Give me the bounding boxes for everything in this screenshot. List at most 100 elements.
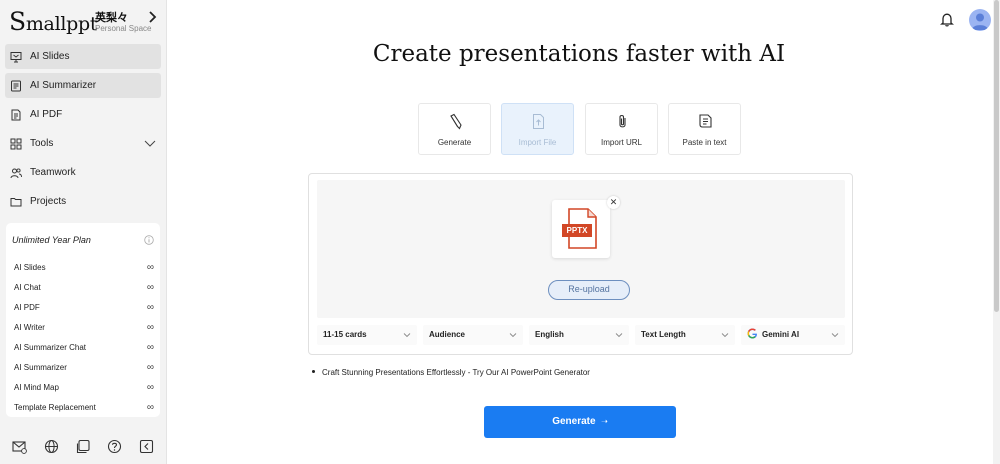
summarizer-icon [11,80,21,91]
page-title: Create presentations faster with AI [372,41,786,67]
bell-icon[interactable] [940,12,954,27]
sidebar-item-label: Tools [30,138,54,149]
workspace-name: 英梨々 [95,12,128,24]
sidebar-item-label: AI PDF [30,109,63,120]
list-item: AI Chat ∞ [14,278,154,298]
sidebar-item-ai-summarizer[interactable]: AI Summarizer [5,73,161,98]
user-icon [972,13,988,30]
ai-model-select[interactable]: Gemini AI [741,325,845,345]
text-length-select[interactable]: Text Length [635,325,735,345]
file-type-badge: PPTX [566,226,588,235]
quota-value: ∞ [146,322,154,334]
quota-value: ∞ [146,342,154,353]
chevron-down-icon [721,333,729,338]
avatar[interactable] [969,9,991,31]
slides-icon [10,51,22,62]
chevron-right-icon[interactable] [145,10,159,24]
google-icon [747,328,757,339]
file-dropzone[interactable]: PPTX ✕ Re-upload [317,180,845,318]
list-item: AI Summarizer Chat ∞ [14,338,154,358]
quota-label: AI Chat [14,283,41,293]
quota-value: ∞ [146,282,154,294]
brand-header[interactable]: Smallppt 英梨々 Personal Space [9,8,159,36]
sidebar-nav: AI Slides AI Summarizer AI PDF Tools Tea… [5,44,161,218]
quota-label: AI Slides [14,263,46,273]
page-scrollbar[interactable] [993,0,1000,464]
mode-label: Import File [518,138,557,147]
close-icon: ✕ [609,197,618,207]
sidebar-item-label: AI Slides [30,51,70,62]
chevron-down-icon[interactable] [144,138,156,148]
quota-value: ∞ [146,302,154,314]
quota-value: ∞ [146,401,154,413]
mode-import-url[interactable]: Import URL [585,103,658,155]
list-item: AI PDF ∞ [14,298,154,318]
select-value: 11-15 cards [323,330,367,339]
mode-label: Import URL [601,138,642,147]
team-icon [10,167,22,178]
app-root: Smallppt 英梨々 Personal Space AI Slides AI… [0,0,1000,464]
quota-value: ∞ [146,262,154,274]
sidebar-item-label: Projects [30,196,67,207]
sidebar-item-ai-slides[interactable]: AI Slides [5,44,161,69]
quota-label: AI Summarizer [14,362,67,372]
chevron-down-icon [831,333,839,338]
plan-quota-list: AI Slides ∞ AI Chat ∞ AI PDF ∞ AI Writer ∞ A… [14,258,154,417]
quota-label: AI Writer [14,323,45,333]
mode-paste-text[interactable]: Paste in text [668,103,741,155]
sidebar-item-ai-pdf[interactable]: AI PDF [5,102,161,127]
select-value: Gemini AI [762,330,800,339]
select-value: Text Length [641,330,686,339]
language-select[interactable]: English [529,325,629,345]
pdf-icon [11,109,21,120]
list-item: AI Summarizer ∞ [14,357,154,377]
sidebar-item-label: Teamwork [30,167,76,178]
tip-label: Craft Stunning Presentations Effortlessl… [322,368,590,377]
pencil-icon [450,113,462,130]
list-item: AI Writer ∞ [14,318,154,338]
sidebar-item-label: AI Summarizer [30,80,97,91]
quota-value: ∞ [146,361,154,373]
sidebar-item-teamwork[interactable]: Teamwork [5,160,161,185]
sidebar-item-tools[interactable]: Tools [5,131,161,156]
workspace-subtitle: Personal Space [95,24,152,33]
audience-select[interactable]: Audience [423,325,523,345]
info-icon[interactable] [144,235,154,245]
sidebar-item-projects[interactable]: Projects [5,189,161,214]
folder-icon [10,197,22,206]
chevron-down-icon [403,333,411,338]
logo-text: mallppt [25,13,98,35]
generate-button[interactable]: Generate ➝ [484,406,676,438]
scrollbar-thumb[interactable] [994,0,999,312]
generate-label: Generate [552,416,596,427]
reupload-button[interactable]: Re-upload [548,280,630,300]
chevron-down-icon [509,333,517,338]
mode-label: Generate [437,138,472,147]
mail-icon[interactable] [12,439,27,454]
cards-count-select[interactable]: 11-15 cards [317,325,417,345]
select-value: Audience [429,330,466,339]
uploaded-file-card: PPTX [552,200,610,258]
quota-value: ∞ [146,381,154,393]
paste-text-icon [699,114,712,128]
mode-import-file[interactable]: Import File [501,103,574,155]
sidebar-bottom-bar [0,436,166,458]
remove-file-button[interactable]: ✕ [607,196,620,209]
collapse-sidebar-icon[interactable] [139,439,154,454]
mode-generate[interactable]: Generate [418,103,491,155]
quota-label: AI PDF [14,303,40,313]
help-icon[interactable] [107,439,122,454]
paperclip-icon [619,114,626,128]
note-icon[interactable] [76,439,91,454]
list-item: AI Slides ∞ [14,258,154,278]
list-item: Template Replacement ∞ [14,397,154,417]
quota-label: Template Replacement [14,402,96,412]
arrow-right-icon: ➝ [601,417,608,426]
globe-icon[interactable] [44,439,59,454]
logo[interactable]: Smallppt [9,8,97,38]
logo-initial: S [9,7,26,36]
quota-label: AI Summarizer Chat [14,343,87,352]
tip-text: Craft Stunning Presentations Effortlessl… [312,368,590,377]
select-value: English [535,330,564,339]
upload-panel: PPTX ✕ Re-upload 11-15 cards Audience En… [308,173,853,355]
